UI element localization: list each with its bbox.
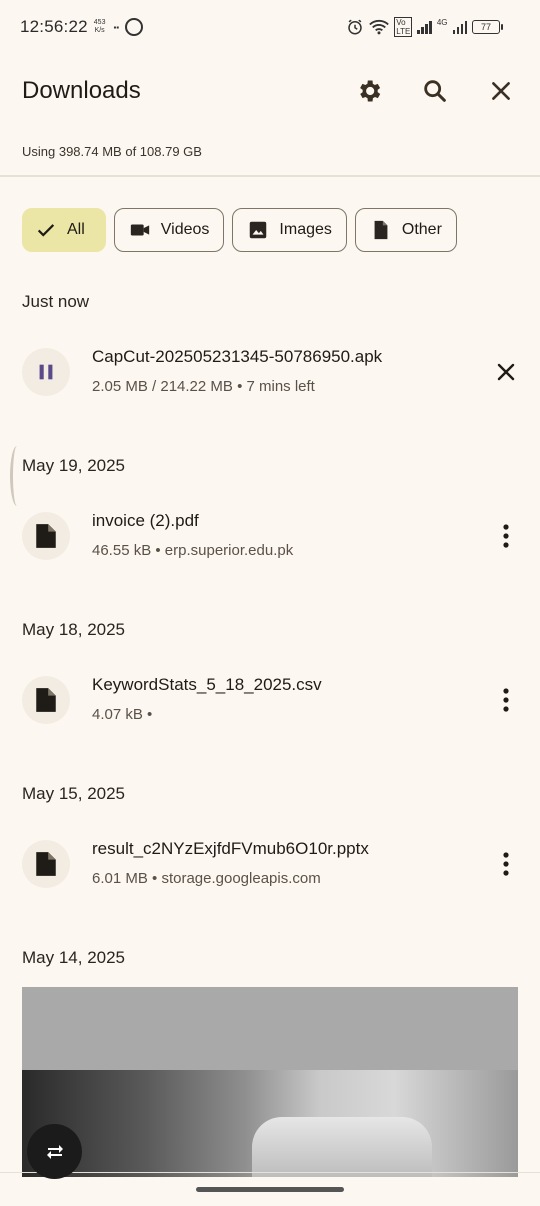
download-item[interactable]: result_c2NYzExjfdFVmub6O10r.pptx 6.01 MB… [0, 832, 540, 896]
repeat-fab-button[interactable] [27, 1124, 82, 1179]
pause-icon [39, 364, 53, 380]
bottom-divider [0, 1172, 540, 1173]
more-vert-icon [503, 688, 509, 712]
photo-hand [252, 1117, 432, 1177]
filter-chip-other[interactable]: Other [354, 208, 457, 252]
close-button[interactable] [481, 71, 521, 111]
search-icon [424, 80, 446, 102]
download-item[interactable]: CapCut-202505231345-50786950.apk 2.05 MB… [0, 340, 540, 404]
status-right: Vo LTE 4G 77 [346, 0, 503, 54]
more-vert-icon [503, 852, 509, 876]
download-item[interactable]: KeywordStats_5_18_2025.csv 4.07 kB • [0, 668, 540, 732]
filter-chip-all[interactable]: All [22, 208, 106, 252]
signal-icon-2 [452, 20, 467, 34]
net-speed-unit: K/s [94, 27, 105, 34]
divider [0, 175, 540, 177]
item-subtitle: 6.01 MB • storage.googleapis.com [92, 870, 321, 887]
file-icon [370, 219, 392, 241]
status-time: 12:56:22 [20, 17, 88, 36]
section-label: May 18, 2025 [22, 620, 126, 639]
net-speed-value: 453 [93, 19, 106, 26]
section-label: May 19, 2025 [22, 456, 126, 475]
filter-chip-images[interactable]: Images [232, 208, 347, 252]
video-icon [129, 219, 151, 241]
check-icon [35, 219, 57, 241]
close-icon [492, 82, 510, 100]
settings-button[interactable] [349, 71, 389, 111]
filter-chip-label: Other [401, 221, 442, 238]
file-type-badge [22, 840, 70, 888]
file-icon [36, 688, 56, 712]
filter-chip-videos[interactable]: Videos [113, 208, 225, 252]
item-title: CapCut-202505231345-50786950.apk [92, 347, 383, 366]
more-vert-icon [503, 524, 509, 548]
more-options-button[interactable] [486, 844, 526, 884]
alarm-icon [348, 19, 362, 35]
net-speed: 453 K/s [94, 19, 106, 35]
search-button[interactable] [415, 71, 455, 111]
section-label: Just now [22, 292, 90, 311]
gesture-nav-handle[interactable] [196, 1187, 344, 1192]
repeat-icon [46, 1144, 63, 1159]
item-subtitle: 46.55 kB • erp.superior.edu.pk [92, 542, 294, 559]
image-icon [247, 219, 269, 241]
item-subtitle: 2.05 MB / 214.22 MB • 7 mins left [92, 378, 315, 395]
file-icon [36, 852, 56, 876]
section-label: May 15, 2025 [22, 784, 126, 803]
item-title: KeywordStats_5_18_2025.csv [92, 675, 322, 694]
file-icon [36, 524, 56, 548]
cancel-download-button[interactable] [486, 352, 526, 392]
item-title: result_c2NYzExjfdFVmub6O10r.pptx [92, 839, 369, 858]
battery-icon: 77 [472, 20, 503, 34]
filter-chip-label: All [67, 221, 85, 238]
image-thumbnail[interactable] [22, 987, 518, 1177]
filter-chips: All Videos Images Other [22, 208, 457, 252]
wifi-icon [369, 20, 390, 35]
close-icon [497, 363, 515, 381]
app-bar: Downloads [0, 58, 540, 124]
volte-icon: Vo LTE [394, 17, 413, 37]
download-item[interactable]: invoice (2).pdf 46.55 kB • erp.superior.… [0, 504, 540, 568]
network-type: 4G [436, 18, 448, 27]
notification-app-icon: ▪▪ [113, 22, 120, 32]
file-type-badge [22, 512, 70, 560]
item-subtitle: 4.07 kB • [92, 706, 153, 723]
item-title: invoice (2).pdf [92, 511, 199, 530]
file-type-badge [22, 676, 70, 724]
more-options-button[interactable] [486, 680, 526, 720]
signal-icon [417, 20, 432, 34]
filter-chip-label: Images [279, 221, 332, 238]
gear-icon [360, 80, 381, 102]
section-label: May 14, 2025 [22, 948, 126, 967]
filter-chip-label: Videos [160, 221, 210, 238]
edge-swipe-handle [10, 446, 24, 506]
page-title: Downloads [22, 77, 141, 104]
whatsapp-icon [125, 18, 144, 36]
storage-usage: Using 398.74 MB of 108.79 GB [22, 144, 202, 159]
more-options-button[interactable] [486, 516, 526, 556]
battery-level: 77 [480, 22, 491, 32]
pause-button[interactable] [22, 348, 70, 396]
